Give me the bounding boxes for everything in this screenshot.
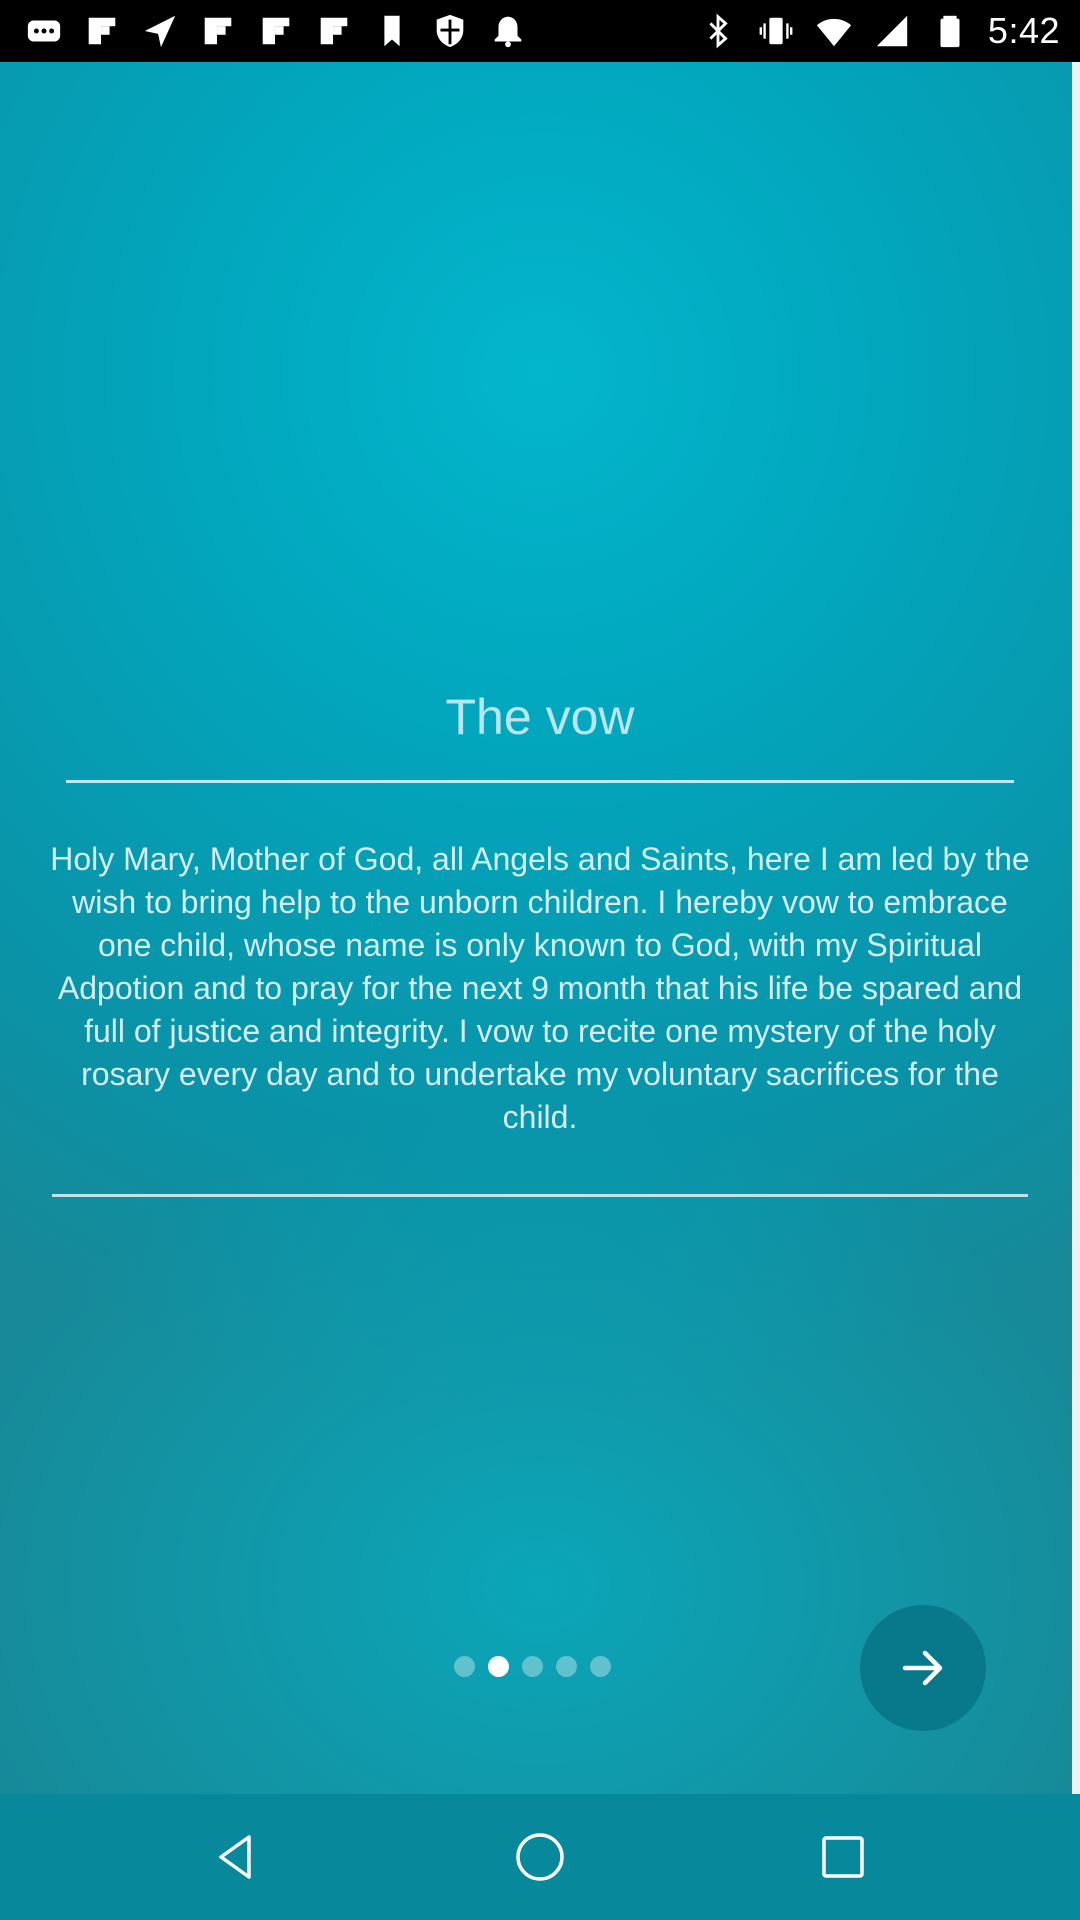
recents-button[interactable] — [808, 1822, 878, 1892]
arrow-right-icon — [902, 1650, 943, 1686]
send-icon — [140, 11, 180, 51]
recents-square-icon — [822, 1836, 864, 1878]
text-divider — [52, 1194, 1028, 1197]
back-triangle-icon — [219, 1835, 251, 1879]
flipboard-icon — [198, 11, 238, 51]
navigation-bar — [0, 1794, 1080, 1920]
title-divider — [66, 780, 1014, 783]
status-time: 5:42 — [987, 10, 1060, 51]
bookmark-icon — [372, 11, 412, 51]
page-indicator — [454, 1656, 611, 1677]
flipboard-icon — [314, 11, 354, 51]
page-dot — [556, 1656, 577, 1677]
scroll-edge — [1072, 62, 1080, 1794]
shield-icon — [430, 11, 470, 51]
page-dot — [590, 1656, 611, 1677]
page-title: The vow — [445, 689, 635, 745]
back-button[interactable] — [202, 1822, 272, 1892]
signal-icon — [872, 11, 912, 51]
vow-text: Holy Mary, Mother of God, all Angels and… — [50, 841, 1030, 1135]
page-dot — [522, 1656, 543, 1677]
status-bar: 5:42 — [0, 0, 1080, 62]
bell-icon — [488, 11, 528, 51]
vibrate-icon — [756, 11, 796, 51]
page-dot — [454, 1656, 475, 1677]
messaging-icon — [24, 11, 64, 51]
next-button[interactable] — [860, 1605, 986, 1731]
notification-icons — [24, 10, 528, 52]
battery-icon — [930, 11, 970, 51]
system-icons: 5:42 — [698, 10, 1060, 52]
screen: 5:42 The vow Holy Mary, Mother of God, a… — [0, 0, 1080, 1920]
home-circle-icon — [516, 1833, 564, 1881]
bluetooth-icon — [698, 11, 738, 51]
flipboard-icon — [256, 11, 296, 51]
flipboard-icon — [82, 11, 122, 51]
wifi-icon — [814, 11, 854, 51]
page-dot-active — [488, 1656, 509, 1677]
home-button[interactable] — [505, 1822, 575, 1892]
